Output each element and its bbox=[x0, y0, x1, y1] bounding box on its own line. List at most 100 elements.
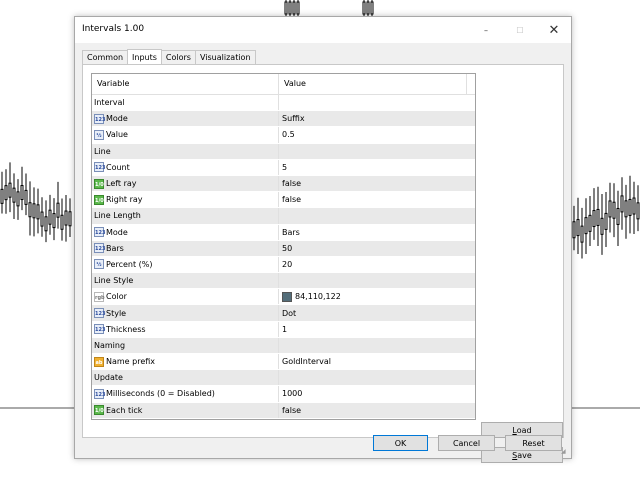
variable-name: Naming bbox=[94, 340, 126, 350]
reset-button[interactable]: Reset bbox=[505, 435, 562, 451]
value-cell[interactable]: false bbox=[279, 403, 467, 418]
candle-body bbox=[24, 189, 28, 205]
value-cell bbox=[279, 95, 467, 110]
variable-name: Name prefix bbox=[106, 357, 156, 367]
ok-button[interactable]: OK bbox=[373, 435, 428, 451]
group-row[interactable]: Line bbox=[92, 143, 475, 160]
title-bar[interactable]: Intervals 1.00 – ☐ ✕ bbox=[75, 17, 571, 43]
parameter-row[interactable]: ½ Percent (%) 20 bbox=[92, 256, 475, 274]
value-cell[interactable]: 0.5 bbox=[279, 127, 467, 142]
candle-body bbox=[288, 1, 292, 15]
value-cell[interactable]: 1000 bbox=[279, 386, 467, 401]
value-cell[interactable]: Suffix bbox=[279, 111, 467, 126]
tab-strip: Common Inputs Colors Visualization bbox=[82, 49, 256, 65]
variable-cell: 123 Mode bbox=[92, 224, 279, 240]
value-cell bbox=[279, 208, 467, 223]
candle-body bbox=[44, 216, 48, 232]
variable-name: Style bbox=[106, 308, 127, 318]
group-row[interactable]: Naming bbox=[92, 337, 475, 354]
value-cell[interactable]: 5 bbox=[279, 160, 467, 175]
variable-cell: 1/0 Each tick bbox=[92, 402, 279, 418]
candle-body bbox=[32, 203, 36, 219]
candle-body bbox=[8, 182, 12, 198]
parameter-row[interactable]: 123 Mode Suffix bbox=[92, 111, 475, 128]
variable-cell: Interval bbox=[92, 95, 279, 111]
group-row[interactable]: Line Length bbox=[92, 208, 475, 225]
parameter-row[interactable]: 1/0 Each tick false bbox=[92, 402, 475, 419]
candle-body bbox=[12, 187, 16, 203]
parameter-row[interactable]: ab Name prefix GoldInterval bbox=[92, 354, 475, 371]
parameter-row[interactable]: rgb Color 84,110,122 bbox=[92, 289, 475, 306]
value-cell[interactable]: 84,110,122 bbox=[279, 289, 467, 304]
variable-name: Percent (%) bbox=[106, 259, 153, 269]
value-cell[interactable]: 50 bbox=[279, 241, 467, 256]
parameter-row[interactable]: 1/0 Right ray false bbox=[92, 192, 475, 209]
save-label: ave bbox=[517, 451, 532, 460]
value-cell[interactable]: false bbox=[279, 176, 467, 191]
variable-name: Interval bbox=[94, 98, 125, 108]
load-label: oad bbox=[516, 426, 532, 435]
variable-name: Mode bbox=[106, 114, 128, 124]
tab-colors[interactable]: Colors bbox=[160, 50, 196, 64]
group-row[interactable]: Interval bbox=[92, 95, 475, 112]
color-swatch bbox=[282, 291, 292, 302]
variable-cell: 123 Milliseconds (0 = Disabled) bbox=[92, 386, 279, 402]
candle-body bbox=[48, 209, 52, 225]
candle-body bbox=[0, 188, 4, 204]
bool-icon: 1/0 bbox=[94, 405, 104, 416]
bool-icon: 1/0 bbox=[94, 178, 104, 189]
maximize-icon[interactable]: ☐ bbox=[503, 17, 537, 43]
group-row[interactable]: Line Style bbox=[92, 273, 475, 290]
value-cell[interactable]: Dot bbox=[279, 305, 467, 320]
parameter-row[interactable]: 123 Count 5 bbox=[92, 159, 475, 176]
value-column-header[interactable]: Value bbox=[279, 74, 467, 94]
grid-header: Variable Value bbox=[92, 74, 475, 95]
parameter-row[interactable]: 123 Mode Bars bbox=[92, 224, 475, 241]
parameters-grid: Variable Value Interval 123 Mode Suffix ½ Val… bbox=[91, 73, 476, 420]
candle-body bbox=[296, 1, 300, 15]
value-cell[interactable]: 20 bbox=[279, 257, 467, 272]
parameter-row[interactable]: 123 Thickness 1 bbox=[92, 321, 475, 338]
parameter-row[interactable]: 1/0 Left ray false bbox=[92, 175, 475, 193]
close-icon[interactable]: ✕ bbox=[537, 17, 571, 43]
double-icon: ½ bbox=[94, 259, 104, 270]
resize-grip-icon[interactable]: ◢ bbox=[561, 448, 569, 456]
value-cell[interactable]: Bars bbox=[279, 225, 467, 240]
int-icon: 123 bbox=[94, 227, 105, 238]
candle-body bbox=[56, 202, 60, 218]
variable-name: Left ray bbox=[106, 179, 137, 189]
cancel-button[interactable]: Cancel bbox=[438, 435, 495, 451]
candle-body bbox=[20, 185, 24, 201]
variable-name: Thickness bbox=[106, 324, 146, 334]
variable-cell: 123 Thickness bbox=[92, 321, 279, 337]
bool-icon: 1/0 bbox=[94, 194, 104, 205]
tab-inputs[interactable]: Inputs bbox=[127, 49, 162, 64]
candle-body bbox=[624, 200, 628, 218]
parameter-row[interactable]: ½ Value 0.5 bbox=[92, 127, 475, 144]
value-cell[interactable]: false bbox=[279, 192, 467, 207]
variable-column-header[interactable]: Variable bbox=[92, 74, 279, 94]
value-text: false bbox=[282, 179, 302, 189]
value-cell[interactable]: GoldInterval bbox=[279, 354, 467, 369]
variable-name: Line bbox=[94, 146, 111, 156]
candle-body bbox=[616, 207, 620, 225]
variable-cell: Naming bbox=[92, 337, 279, 353]
candle-body bbox=[596, 208, 600, 226]
group-row[interactable]: Update bbox=[92, 370, 475, 387]
parameter-row[interactable]: 123 Milliseconds (0 = Disabled) 1000 bbox=[92, 386, 475, 403]
intervals-dialog: Intervals 1.00 – ☐ ✕ Common Inputs Color… bbox=[74, 16, 572, 463]
variable-name: Bars bbox=[106, 243, 124, 253]
variable-name: Update bbox=[94, 373, 123, 383]
variable-cell: 1/0 Right ray bbox=[92, 192, 279, 208]
candle-body bbox=[366, 1, 370, 15]
value-text: 0.5 bbox=[282, 130, 295, 140]
candle-body bbox=[16, 191, 20, 207]
variable-cell: Line Style bbox=[92, 273, 279, 289]
tab-visualization[interactable]: Visualization bbox=[194, 50, 256, 64]
tab-common[interactable]: Common bbox=[82, 50, 129, 64]
parameter-row[interactable]: 123 Bars 50 bbox=[92, 240, 475, 257]
color-icon: rgb bbox=[94, 291, 105, 302]
parameter-row[interactable]: 123 Style Dot bbox=[92, 305, 475, 322]
minimize-icon[interactable]: – bbox=[469, 17, 503, 43]
value-cell[interactable]: 1 bbox=[279, 322, 467, 337]
